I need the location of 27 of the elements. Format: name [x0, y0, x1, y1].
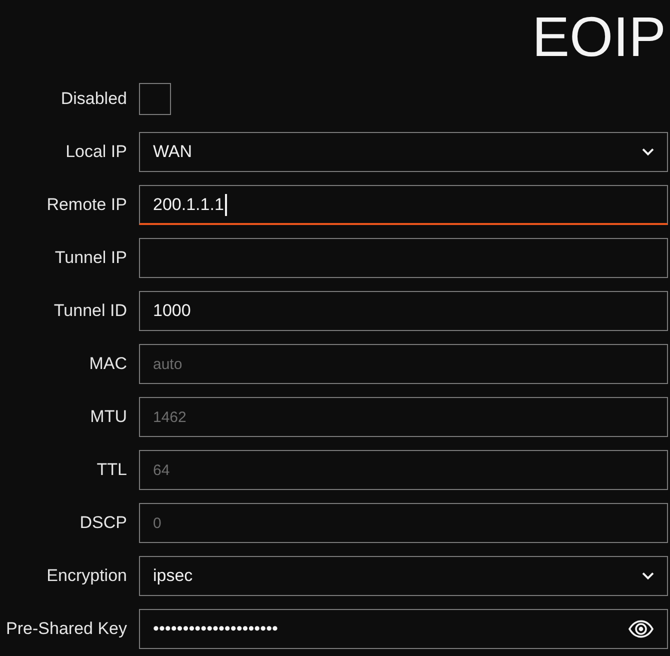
checkbox[interactable] — [139, 83, 171, 115]
field-label: Local IP — [66, 142, 127, 162]
field-label: DSCP — [80, 513, 127, 533]
chevron-down-icon — [642, 148, 654, 156]
chevron-down-icon — [642, 572, 654, 580]
dropdown[interactable]: ipsec — [139, 556, 668, 596]
password-field[interactable]: ••••••••••••••••••••• — [139, 609, 668, 649]
input-field[interactable]: 0 — [139, 503, 668, 543]
field-label: Remote IP — [46, 195, 127, 215]
field-label: Tunnel ID — [54, 301, 127, 321]
input-field[interactable] — [139, 238, 668, 278]
input-field[interactable]: 1462 — [139, 397, 668, 437]
field-label: MTU — [90, 407, 127, 427]
field-label: Pre-Shared Key — [6, 619, 127, 639]
eye-icon[interactable] — [628, 620, 654, 638]
input-field[interactable]: 200.1.1.1 — [139, 185, 668, 225]
input-field[interactable]: 64 — [139, 450, 668, 490]
field-label: Encryption — [46, 566, 127, 586]
dropdown[interactable]: WAN — [139, 132, 668, 172]
field-label: MAC — [89, 354, 127, 374]
input-field[interactable]: auto — [139, 344, 668, 384]
page-title: EOIP — [532, 9, 666, 65]
field-label: Tunnel IP — [54, 248, 127, 268]
text-cursor-icon — [224, 194, 227, 216]
input-field[interactable]: 1000 — [139, 291, 668, 331]
field-label: TTL — [96, 460, 127, 480]
field-label: Disabled — [60, 89, 127, 109]
